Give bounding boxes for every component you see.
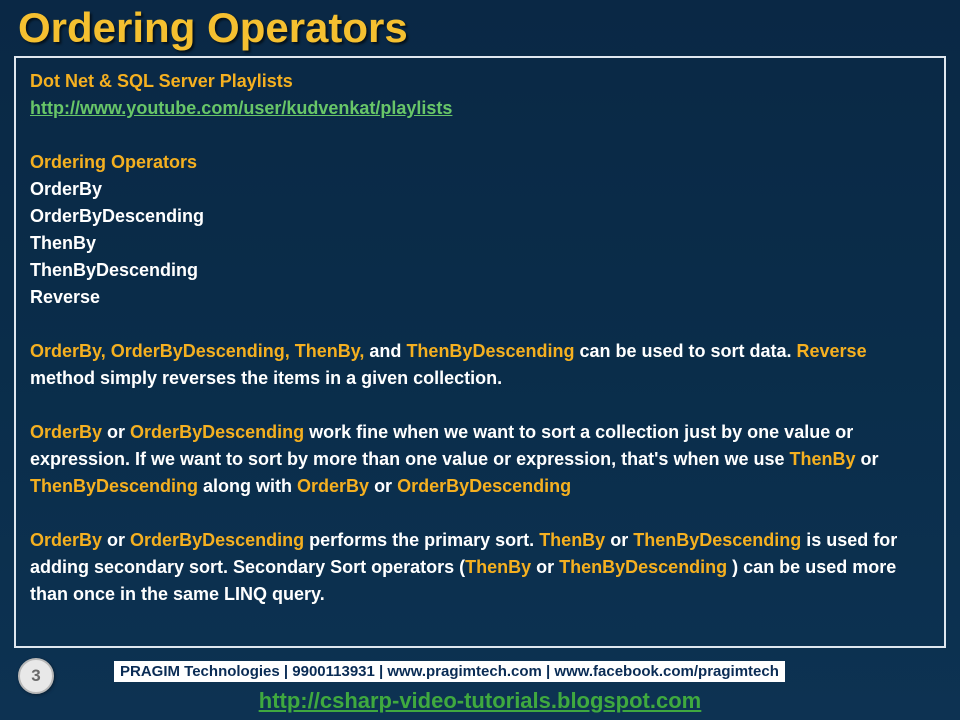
text: can be used to sort data.: [574, 341, 796, 361]
keyword: OrderByDescending: [397, 476, 571, 496]
keyword: OrderBy, OrderByDescending, ThenBy,: [30, 341, 364, 361]
section-heading: Ordering Operators: [30, 149, 930, 176]
text: method simply reverses the items in a gi…: [30, 368, 502, 388]
keyword: ThenByDescending: [559, 557, 727, 577]
footer-info-bar: PRAGIM Technologies | 9900113931 | www.p…: [114, 661, 785, 682]
keyword: ThenBy: [789, 449, 855, 469]
operator-item: ThenBy: [30, 230, 930, 257]
text: along with: [198, 476, 297, 496]
playlists-label: Dot Net & SQL Server Playlists: [30, 68, 930, 95]
keyword: ThenByDescending: [406, 341, 574, 361]
keyword: Reverse: [797, 341, 867, 361]
footer: 3 PRAGIM Technologies | 9900113931 | www…: [0, 656, 960, 720]
text: or: [369, 476, 397, 496]
keyword: OrderByDescending: [130, 530, 304, 550]
text: or: [102, 422, 130, 442]
content-box: Dot Net & SQL Server Playlists http://ww…: [14, 56, 946, 648]
text: or: [531, 557, 559, 577]
text: and: [364, 341, 406, 361]
keyword: OrderBy: [30, 422, 102, 442]
operator-item: OrderByDescending: [30, 203, 930, 230]
paragraph-2: OrderBy or OrderByDescending work fine w…: [30, 419, 930, 500]
operator-item: OrderBy: [30, 176, 930, 203]
playlists-link[interactable]: http://www.youtube.com/user/kudvenkat/pl…: [30, 98, 452, 118]
operator-item: ThenByDescending: [30, 257, 930, 284]
keyword: ThenByDescending: [30, 476, 198, 496]
paragraph-1: OrderBy, OrderByDescending, ThenBy, and …: [30, 338, 930, 392]
text: or: [856, 449, 879, 469]
text: or: [102, 530, 130, 550]
keyword: OrderByDescending: [130, 422, 304, 442]
keyword: ThenBy: [465, 557, 531, 577]
operator-item: Reverse: [30, 284, 930, 311]
paragraph-3: OrderBy or OrderByDescending performs th…: [30, 527, 930, 608]
keyword: ThenByDescending: [633, 530, 801, 550]
blog-link[interactable]: http://csharp-video-tutorials.blogspot.c…: [259, 688, 701, 713]
keyword: OrderBy: [30, 530, 102, 550]
text: or: [605, 530, 633, 550]
slide-title: Ordering Operators: [0, 0, 960, 54]
text: performs the primary sort.: [304, 530, 539, 550]
keyword: ThenBy: [539, 530, 605, 550]
keyword: OrderBy: [297, 476, 369, 496]
